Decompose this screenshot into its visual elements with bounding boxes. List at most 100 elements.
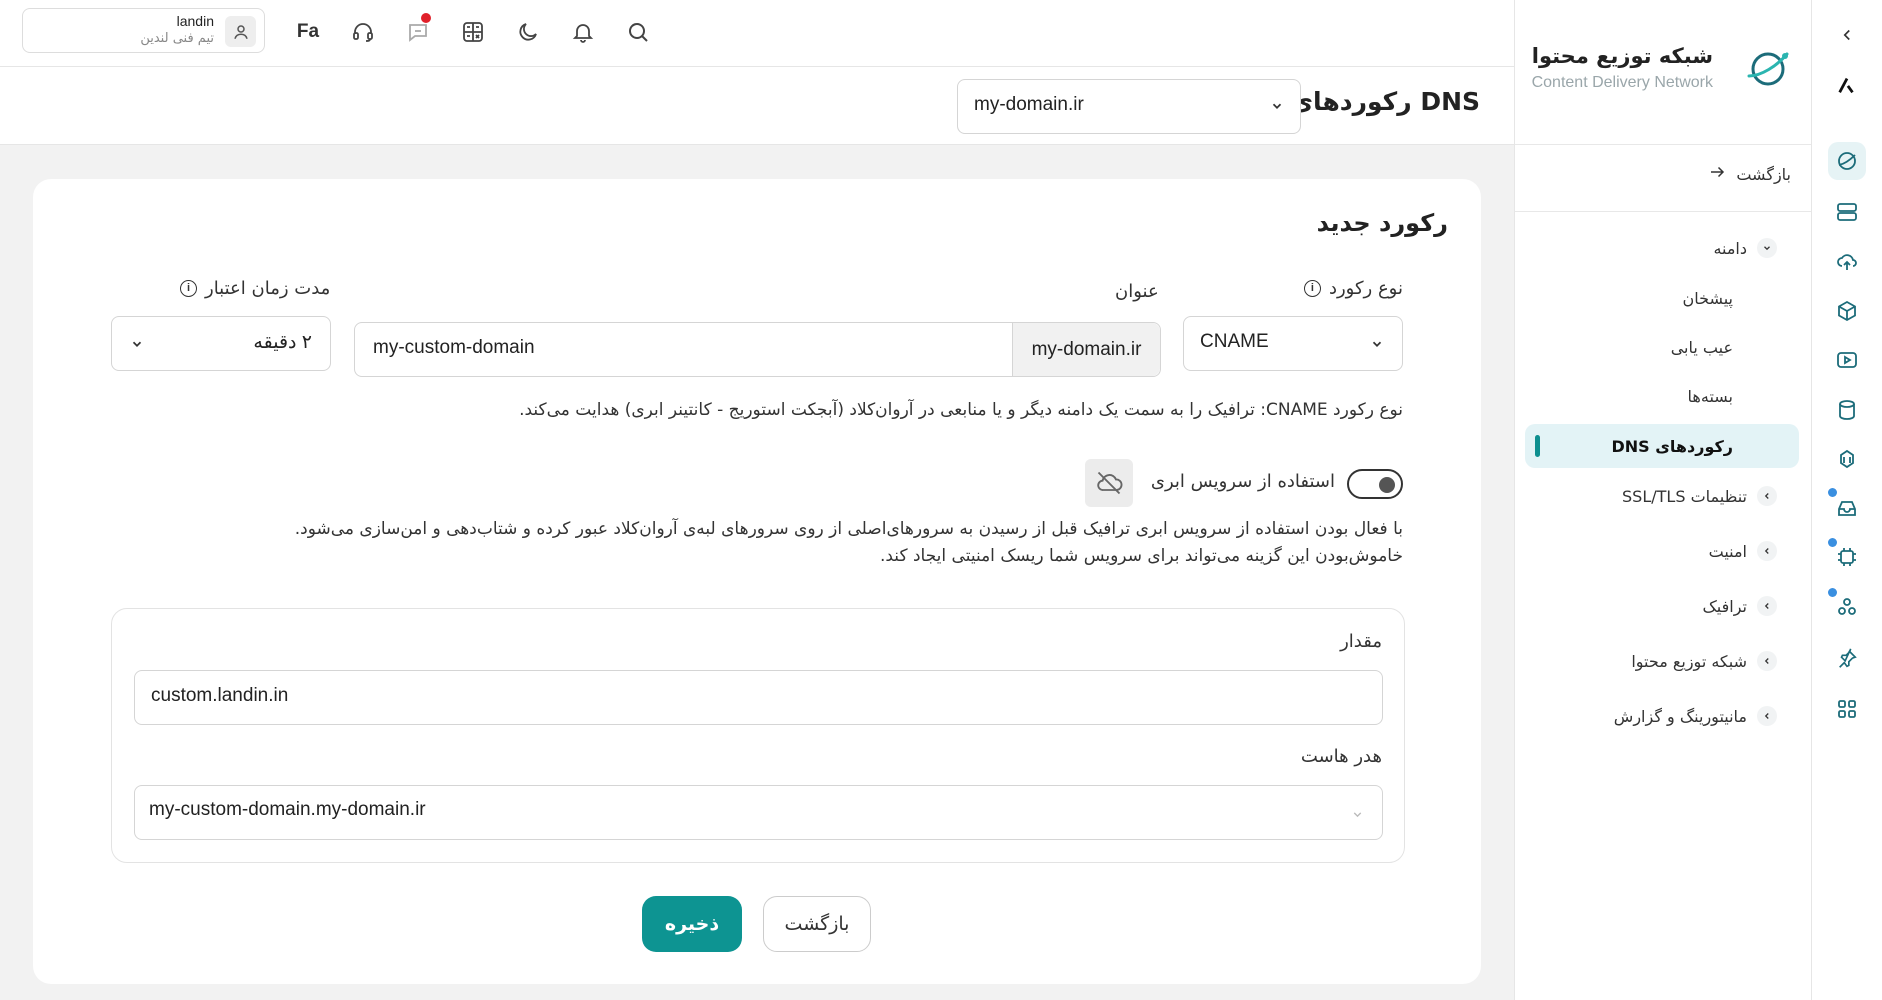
brand: شبکه توزیع محتوا Content Delivery Networ… bbox=[1531, 30, 1791, 110]
host-header-label-text: هدر هاست bbox=[1300, 746, 1382, 767]
calculator-icon[interactable] bbox=[456, 15, 490, 49]
record-type-value: CNAME bbox=[1200, 331, 1269, 352]
chevron-left-icon bbox=[1757, 651, 1777, 671]
value-label: مقدار bbox=[1340, 631, 1382, 652]
host-header-select[interactable]: my-custom-domain.my-domain.ir bbox=[134, 785, 1383, 840]
pin-icon[interactable] bbox=[1828, 640, 1866, 678]
chat-icon[interactable] bbox=[401, 13, 435, 49]
name-label-text: عنوان bbox=[1115, 281, 1159, 302]
database-icon[interactable] bbox=[1828, 391, 1866, 429]
sidebar-back-label: بازگشت bbox=[1736, 164, 1791, 184]
ttl-label: مدت زمان اعتبار i bbox=[180, 278, 330, 299]
brand-name: شبکه توزیع محتوا bbox=[1531, 44, 1713, 68]
box-icon[interactable] bbox=[1828, 292, 1866, 330]
name-label: عنوان bbox=[1115, 281, 1159, 302]
page-header: رکوردهای DNS my-domain.ir bbox=[0, 67, 1514, 145]
server-icon[interactable] bbox=[1828, 193, 1866, 231]
language-switch[interactable]: Fa bbox=[291, 15, 325, 49]
logo-icon[interactable] bbox=[1828, 66, 1866, 104]
domain-select-value: my-domain.ir bbox=[974, 94, 1084, 115]
host-header-label: هدر هاست bbox=[1301, 746, 1382, 767]
back-button[interactable]: بازگشت bbox=[763, 896, 871, 952]
sidebar-item-troubleshoot[interactable]: عیب یابی bbox=[1525, 325, 1799, 369]
sidebar-item-label: تنظیمات SSL/TLS bbox=[1622, 486, 1747, 506]
divider bbox=[1515, 144, 1811, 145]
domain-select[interactable]: my-domain.ir bbox=[957, 79, 1301, 134]
cdn-icon[interactable] bbox=[1828, 142, 1866, 180]
chevron-left-icon bbox=[1757, 596, 1777, 616]
user-name: landin bbox=[176, 13, 214, 29]
card-title: رکورد جدید bbox=[1316, 209, 1448, 237]
sidebar-item-cdn[interactable]: شبکه توزیع محتوا bbox=[1525, 639, 1799, 683]
bell-icon[interactable] bbox=[566, 15, 600, 49]
record-type-label-text: نوع رکورد bbox=[1328, 278, 1403, 299]
cluster-icon[interactable] bbox=[1828, 588, 1866, 626]
toggle-knob bbox=[1379, 477, 1395, 493]
sidebar-item-label: مانیتورینگ و گزارش bbox=[1613, 706, 1747, 726]
chevron-left-icon bbox=[1757, 486, 1777, 506]
layers-icon[interactable] bbox=[1828, 440, 1866, 478]
sidebar-item-label: عیب یابی bbox=[1670, 337, 1733, 357]
headset-icon[interactable] bbox=[346, 15, 380, 49]
value-input[interactable]: custom.landin.in bbox=[134, 670, 1383, 725]
inbox-icon[interactable] bbox=[1828, 489, 1866, 527]
ttl-label-text: مدت زمان اعتبار bbox=[205, 278, 331, 299]
moon-icon[interactable] bbox=[511, 15, 545, 49]
sidebar-item-dashboard[interactable]: پیشخان bbox=[1525, 276, 1799, 320]
chevron-left-icon bbox=[1757, 706, 1777, 726]
cloud-service-description: با فعال بودن استفاده از سرویس ابری ترافی… bbox=[294, 519, 1403, 539]
sidebar-item-label: پیشخان bbox=[1682, 288, 1733, 308]
arrow-right-icon bbox=[1708, 163, 1726, 185]
cloud-upload-icon[interactable] bbox=[1828, 242, 1866, 280]
sidebar-item-label: امنیت bbox=[1708, 541, 1747, 561]
icon-rail bbox=[1811, 0, 1882, 1000]
cdn-logo-icon bbox=[1745, 46, 1791, 92]
sidebar-item-monitoring[interactable]: مانیتورینگ و گزارش bbox=[1525, 694, 1799, 738]
chevron-down-icon bbox=[1270, 98, 1284, 117]
ai-chip-icon[interactable] bbox=[1828, 538, 1866, 576]
cloud-service-warning: خاموش‌بودن این گزینه می‌تواند برای سرویس… bbox=[879, 546, 1403, 566]
sidebar-item-label: شبکه توزیع محتوا bbox=[1631, 651, 1747, 671]
sidebar-item-ssl-tls[interactable]: تنظیمات SSL/TLS bbox=[1525, 474, 1799, 518]
sidebar-item-label: دامنه bbox=[1713, 238, 1747, 258]
ttl-select[interactable]: ۲ دقیقه bbox=[111, 316, 331, 371]
top-header: landin تیم فنی لندین Fa bbox=[0, 0, 1514, 67]
brand-subtitle: Content Delivery Network bbox=[1531, 74, 1713, 91]
info-icon[interactable]: i bbox=[1303, 280, 1321, 297]
sidebar-item-label: ترافیک bbox=[1702, 596, 1747, 616]
chevron-down-icon bbox=[1351, 806, 1364, 825]
value-input-text: custom.landin.in bbox=[151, 685, 289, 706]
save-button[interactable]: ذخیره bbox=[642, 896, 742, 952]
chevron-down-icon bbox=[1757, 238, 1777, 258]
chevron-down-icon bbox=[1370, 336, 1384, 355]
ttl-value: ۲ دقیقه bbox=[253, 332, 312, 353]
sidebar-item-label: رکوردهای DNS bbox=[1611, 436, 1733, 456]
domain-suffix: my-domain.ir bbox=[1012, 323, 1160, 376]
page-title: رکوردهای DNS bbox=[1290, 87, 1480, 116]
sidebar-item-security[interactable]: امنیت bbox=[1525, 529, 1799, 573]
collapse-chevron-icon[interactable] bbox=[1828, 16, 1866, 54]
user-icon bbox=[225, 16, 256, 47]
record-value-section: مقدار custom.landin.in هدر هاست my-custo… bbox=[111, 608, 1405, 863]
name-input[interactable]: my-custom-domain bbox=[373, 337, 535, 359]
name-field[interactable]: my-custom-domain my-domain.ir bbox=[354, 322, 1161, 377]
sidebar-item-packages[interactable]: بسته‌ها bbox=[1525, 374, 1799, 418]
info-icon[interactable]: i bbox=[180, 280, 197, 297]
record-type-label: نوع رکورد i bbox=[1303, 278, 1403, 299]
sidebar-item-dns-records[interactable]: رکوردهای DNS bbox=[1525, 424, 1799, 468]
host-header-value: my-custom-domain.my-domain.ir bbox=[149, 799, 426, 820]
video-icon[interactable] bbox=[1828, 341, 1866, 379]
sidebar-item-traffic[interactable]: ترافیک bbox=[1525, 584, 1799, 628]
sidebar-item-label: بسته‌ها bbox=[1687, 386, 1733, 406]
search-icon[interactable] bbox=[621, 15, 655, 49]
record-type-select[interactable]: CNAME bbox=[1183, 316, 1403, 371]
sidebar-item-domain[interactable]: دامنه bbox=[1525, 226, 1799, 270]
user-role: تیم فنی لندین bbox=[140, 31, 214, 46]
chevron-left-icon bbox=[1757, 541, 1777, 561]
apps-grid-icon[interactable] bbox=[1828, 690, 1866, 728]
notification-dot bbox=[421, 13, 431, 23]
sidebar-back-link[interactable]: بازگشت bbox=[1708, 163, 1791, 185]
value-label-text: مقدار bbox=[1340, 631, 1382, 652]
user-menu[interactable]: landin تیم فنی لندین bbox=[22, 8, 265, 53]
cloud-service-toggle[interactable] bbox=[1347, 469, 1403, 499]
